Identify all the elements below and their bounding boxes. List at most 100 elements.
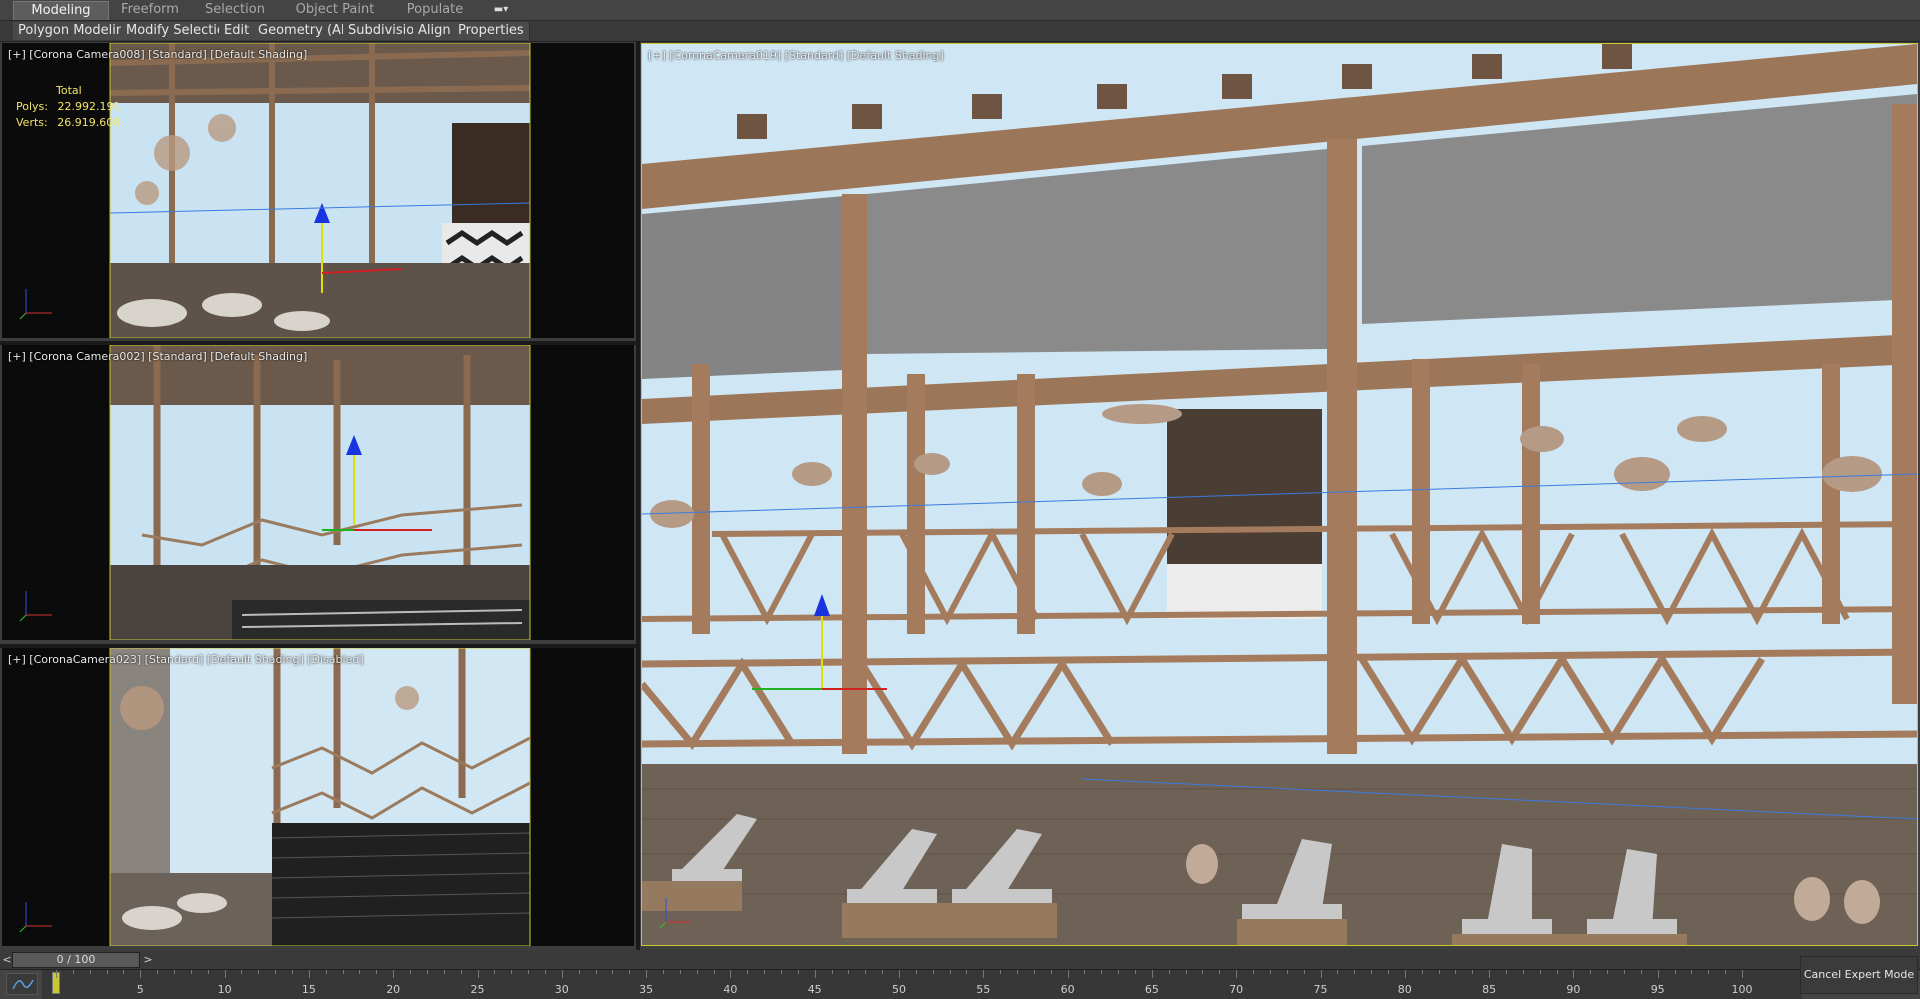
stats-polys-label: Polys:: [16, 100, 48, 113]
timeline-tick: [1286, 970, 1288, 974]
timeline-tick-label: 10: [217, 983, 232, 996]
stats-verts-label: Verts:: [16, 116, 48, 129]
axis-tripod-icon: [19, 289, 52, 320]
timeline-tick: [1253, 970, 1255, 974]
timeline-tick: [443, 970, 445, 974]
timeline-tick-label: 30: [554, 983, 569, 996]
time-next-arrow[interactable]: >: [142, 952, 154, 968]
panel-polygon-modeling[interactable]: Polygon Modeling: [13, 22, 139, 40]
viewport-mid-left[interactable]: [+] [Corona Camera002] [Standard] [Defau…: [2, 345, 634, 640]
tab-modeling[interactable]: Modeling: [13, 1, 109, 20]
timeline-tick: [612, 970, 614, 974]
viewport-divider[interactable]: [0, 644, 636, 648]
timeline-tick-label: 65: [1144, 983, 1159, 996]
timeline-tick: [1455, 970, 1457, 974]
viewport-top-left[interactable]: [+] [Corona Camera008] [Standard] [Defau…: [2, 43, 634, 338]
timeline-tick-label: 100: [1731, 983, 1753, 996]
timeline-tick: [1269, 970, 1271, 974]
timeline-tick: [730, 970, 732, 978]
stats-verts-value: 26.919.608: [57, 116, 121, 129]
panel-properties[interactable]: Properties: [453, 22, 530, 40]
timeline-tick: [561, 970, 563, 978]
timeline-tick: [1421, 970, 1423, 974]
timeline-tick: [342, 970, 344, 974]
ribbon-toggle-icon[interactable]: ▬▾: [488, 3, 514, 17]
timeline-tick: [1185, 970, 1187, 974]
timeline-tick: [1657, 970, 1659, 978]
timeline-tick: [1623, 970, 1625, 974]
timeline-tick: [460, 970, 462, 974]
time-slider[interactable]: [0, 950, 1920, 970]
viewport-label[interactable]: [+] [CoronaCamera023] [Standard] [Defaul…: [8, 653, 364, 666]
stats-total-label: Total: [56, 84, 82, 97]
timeline-tick: [713, 970, 715, 974]
timeline-tick: [662, 970, 664, 974]
timeline-tick: [848, 970, 850, 974]
timeline-tick: [1135, 970, 1137, 974]
timeline-tick: [1438, 970, 1440, 974]
timeline-tick: [1691, 970, 1693, 974]
timeline-tick: [224, 970, 226, 978]
timeline-tick: [258, 970, 260, 974]
timeline-tick: [949, 970, 951, 974]
timeline-tick: [629, 970, 631, 974]
timeline-tick: [578, 970, 580, 974]
timeline-tick: [764, 970, 766, 974]
timeline-tick: [477, 970, 479, 978]
timeline-tick-label: 75: [1313, 983, 1328, 996]
scene-render-mid-left: [109, 345, 531, 640]
timeline-tick: [1539, 970, 1541, 974]
timeline-tick: [89, 970, 91, 974]
timeline-tick: [1219, 970, 1221, 974]
timeline-tick: [679, 970, 681, 974]
timeline-tick: [1320, 970, 1322, 978]
axis-tripod-icon: [659, 898, 692, 929]
timeline-tick: [1387, 970, 1389, 974]
timeline-tick: [190, 970, 192, 974]
timeline-tick: [292, 970, 294, 974]
timeline-tick-label: 70: [1229, 983, 1244, 996]
timeline-tick-label: 90: [1566, 983, 1581, 996]
timeline-tick: [1084, 970, 1086, 974]
timeline-tick: [1067, 970, 1069, 978]
panel-edit[interactable]: Edit: [219, 22, 256, 40]
timeline-tick: [106, 970, 108, 974]
axis-tripod-icon: [19, 591, 52, 622]
timeline-tick: [207, 970, 209, 974]
curve-editor-icon[interactable]: [6, 973, 38, 995]
viewport-label[interactable]: [+] [Corona Camera002] [Standard] [Defau…: [8, 350, 307, 363]
viewport-divider[interactable]: [636, 41, 640, 950]
timeline-tick: [308, 970, 310, 978]
tab-selection[interactable]: Selection: [195, 1, 275, 19]
ribbon-tabs: Modeling Freeform Selection Object Paint…: [0, 0, 1920, 21]
viewport-main[interactable]: [+] [CoronaCamera019] [Standard] [Defaul…: [641, 43, 1918, 946]
stats-polys-value: 22.992.191: [57, 100, 121, 113]
viewport-label[interactable]: [+] [CoronaCamera019] [Standard] [Defaul…: [648, 49, 944, 62]
timeline-tick: [1674, 970, 1676, 974]
timeline-tick: [1742, 970, 1743, 978]
ribbon-panel-bar: Polygon Modeling Modify Selection Edit G…: [0, 21, 1920, 42]
timeline-tick: [1607, 970, 1609, 974]
timeline-tick: [1505, 970, 1507, 974]
tab-populate[interactable]: Populate: [395, 1, 475, 19]
timeline-tick: [426, 970, 428, 974]
viewport-label[interactable]: [+] [Corona Camera008] [Standard] [Defau…: [8, 48, 307, 61]
timeline-tick: [1151, 970, 1153, 978]
timeline-tick: [376, 970, 378, 974]
tab-object-paint[interactable]: Object Paint: [285, 1, 385, 19]
frame-counter[interactable]: 0 / 100: [12, 952, 140, 968]
cancel-expert-mode-button[interactable]: Cancel Expert Mode: [1800, 956, 1918, 994]
timeline-tick: [1489, 970, 1491, 978]
timeline-tick: [747, 970, 749, 974]
timeline-tick: [1556, 970, 1558, 974]
timeline-tick: [1168, 970, 1170, 974]
timeline-tick: [595, 970, 597, 974]
panel-align[interactable]: Align: [413, 22, 457, 40]
axis-tripod-icon: [19, 902, 52, 933]
timeline-tick: [410, 970, 412, 974]
viewport-bottom-left[interactable]: [+] [CoronaCamera023] [Standard] [Defaul…: [2, 648, 634, 946]
scene-render-main: [642, 44, 1917, 945]
timeline-tick: [797, 970, 799, 974]
viewport-divider[interactable]: [0, 341, 636, 345]
tab-freeform[interactable]: Freeform: [110, 1, 190, 19]
